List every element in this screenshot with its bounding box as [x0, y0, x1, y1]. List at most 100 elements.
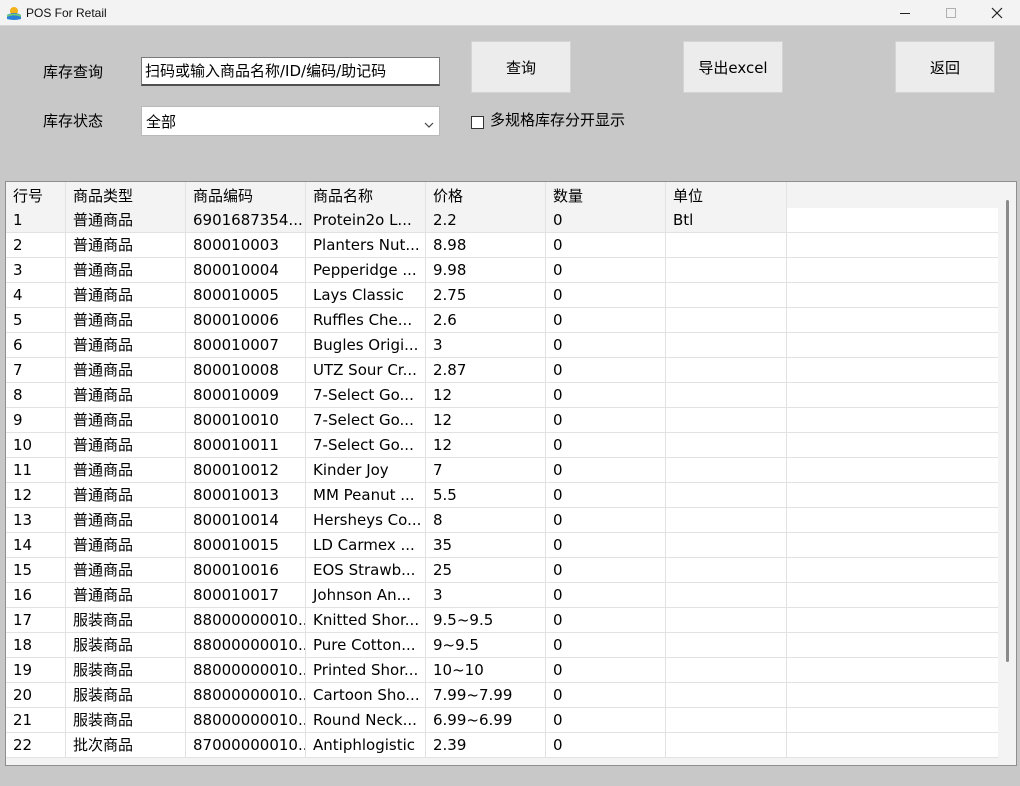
table-cell: 0	[546, 633, 666, 658]
table-row[interactable]: 13 普通商品 800010014 Hersheys Co... 8 0	[6, 508, 998, 533]
table-row[interactable]: 17 服装商品 88000000010... Knitted Shor... 9.5~9…	[6, 608, 998, 633]
close-button[interactable]	[974, 0, 1020, 26]
maximize-button[interactable]	[928, 0, 974, 26]
table-row[interactable]: 12 普通商品 800010013 MM Peanut ... 5.5 0	[6, 483, 998, 508]
table-cell: 0	[546, 483, 666, 508]
row-filler	[787, 558, 998, 583]
table-row[interactable]: 2 普通商品 800010003 Planters Nut... 8.98 0	[6, 233, 998, 258]
table-cell: 0	[546, 658, 666, 683]
table-cell: 9	[6, 408, 66, 433]
table-row[interactable]: 14 普通商品 800010015 LD Carmex ... 35 0	[6, 533, 998, 558]
table-cell: 服装商品	[66, 708, 186, 733]
table-cell: Protein2o L...	[306, 208, 426, 233]
table-cell: 12	[426, 433, 546, 458]
table-row[interactable]: 20 服装商品 88000000010... Cartoon Sho... 7.99~7…	[6, 683, 998, 708]
table-cell	[666, 483, 787, 508]
stock-status-label: 库存状态	[43, 112, 104, 130]
column-header[interactable]: 商品类型	[66, 182, 186, 208]
table-row[interactable]: 21 服装商品 88000000010... Round Neck... 6.99~6.…	[6, 708, 998, 733]
table-cell	[666, 708, 787, 733]
multi-spec-checkbox[interactable]	[471, 116, 484, 129]
table-cell: 普通商品	[66, 233, 186, 258]
table-row[interactable]: 9 普通商品 800010010 7-Select Go... 12 0	[6, 408, 998, 433]
table-cell: 14	[6, 533, 66, 558]
table-cell: 0	[546, 208, 666, 233]
maximize-icon	[945, 4, 957, 23]
query-button[interactable]: 查询	[471, 41, 571, 93]
table-cell: 1	[6, 208, 66, 233]
row-filler	[787, 583, 998, 608]
table-cell: 0	[546, 233, 666, 258]
table-cell: 普通商品	[66, 358, 186, 383]
row-filler	[787, 283, 998, 308]
table-header: 行号 商品类型 商品编码 商品名称 价格 数量 单位	[6, 182, 1006, 208]
column-header[interactable]: 商品编码	[186, 182, 306, 208]
table-row[interactable]: 11 普通商品 800010012 Kinder Joy 7 0	[6, 458, 998, 483]
table-cell: 7	[6, 358, 66, 383]
row-filler	[787, 483, 998, 508]
column-header[interactable]: 价格	[426, 182, 546, 208]
table-cell: 4	[6, 283, 66, 308]
table-cell: 5.5	[426, 483, 546, 508]
close-icon	[991, 4, 1003, 23]
table-row[interactable]: 18 服装商品 88000000010... Pure Cotton... 9~9.5 0	[6, 633, 998, 658]
table-row[interactable]: 5 普通商品 800010006 Ruffles Che... 2.6 0	[6, 308, 998, 333]
table-row[interactable]: 22 批次商品 87000000010... Antiphlogistic 2.39 0	[6, 733, 998, 758]
table-cell: 800010007	[186, 333, 306, 358]
table-cell: Ruffles Che...	[306, 308, 426, 333]
table-cell: 10	[6, 433, 66, 458]
table-cell: 21	[6, 708, 66, 733]
table-cell: 12	[6, 483, 66, 508]
table-cell: 普通商品	[66, 408, 186, 433]
column-header[interactable]: 商品名称	[306, 182, 426, 208]
table-row[interactable]: 1 普通商品 6901687354... Protein2o L... 2.2 0 Btl	[6, 208, 998, 233]
minimize-button[interactable]	[882, 0, 928, 26]
search-input[interactable]	[141, 57, 440, 86]
table-row[interactable]: 16 普通商品 800010017 Johnson An... 3 0	[6, 583, 998, 608]
table-row[interactable]: 6 普通商品 800010007 Bugles Origi... 3 0	[6, 333, 998, 358]
table-cell: Lays Classic	[306, 283, 426, 308]
table-cell: 20	[6, 683, 66, 708]
table-cell: 服装商品	[66, 658, 186, 683]
table-cell: 800010003	[186, 233, 306, 258]
column-header[interactable]: 单位	[666, 182, 787, 208]
table-cell	[666, 633, 787, 658]
table-cell: Round Neck...	[306, 708, 426, 733]
table-cell: 0	[546, 283, 666, 308]
table-row[interactable]: 7 普通商品 800010008 UTZ Sour Cr... 2.87 0	[6, 358, 998, 383]
table-cell: 服装商品	[66, 683, 186, 708]
column-header[interactable]: 行号	[6, 182, 66, 208]
table-row[interactable]: 8 普通商品 800010009 7-Select Go... 12 0	[6, 383, 998, 408]
table-row[interactable]: 19 服装商品 88000000010... Printed Shor... 10~10…	[6, 658, 998, 683]
table-row[interactable]: 15 普通商品 800010016 EOS Strawb... 25 0	[6, 558, 998, 583]
table-cell: 普通商品	[66, 533, 186, 558]
scrollbar-thumb[interactable]	[1006, 200, 1009, 662]
multi-spec-checkbox-label[interactable]: 多规格库存分开显示	[490, 111, 625, 129]
table-cell: 0	[546, 333, 666, 358]
table-cell: 普通商品	[66, 583, 186, 608]
table-cell	[666, 358, 787, 383]
table-cell: 普通商品	[66, 433, 186, 458]
stock-status-value: 全部	[146, 113, 177, 131]
chevron-down-icon	[423, 116, 435, 128]
table-cell: 800010008	[186, 358, 306, 383]
table-cell: 11	[6, 458, 66, 483]
table-row[interactable]: 4 普通商品 800010005 Lays Classic 2.75 0	[6, 283, 998, 308]
table-row[interactable]: 10 普通商品 800010011 7-Select Go... 12 0	[6, 433, 998, 458]
table-cell: 7-Select Go...	[306, 383, 426, 408]
table-cell	[666, 233, 787, 258]
table-cell: 88000000010...	[186, 708, 306, 733]
stock-status-select[interactable]: 全部	[141, 106, 440, 136]
table-cell: 0	[546, 508, 666, 533]
export-excel-button[interactable]: 导出excel	[683, 41, 783, 93]
column-header[interactable]: 数量	[546, 182, 666, 208]
vertical-scrollbar[interactable]	[998, 182, 1016, 765]
table-row[interactable]: 3 普通商品 800010004 Pepperidge ... 9.98 0	[6, 258, 998, 283]
table-cell	[666, 558, 787, 583]
row-filler	[787, 683, 998, 708]
table-cell: Antiphlogistic	[306, 733, 426, 758]
table-cell: 12	[426, 408, 546, 433]
table-cell: 0	[546, 458, 666, 483]
table-cell: 800010012	[186, 458, 306, 483]
back-button[interactable]: 返回	[895, 41, 995, 93]
